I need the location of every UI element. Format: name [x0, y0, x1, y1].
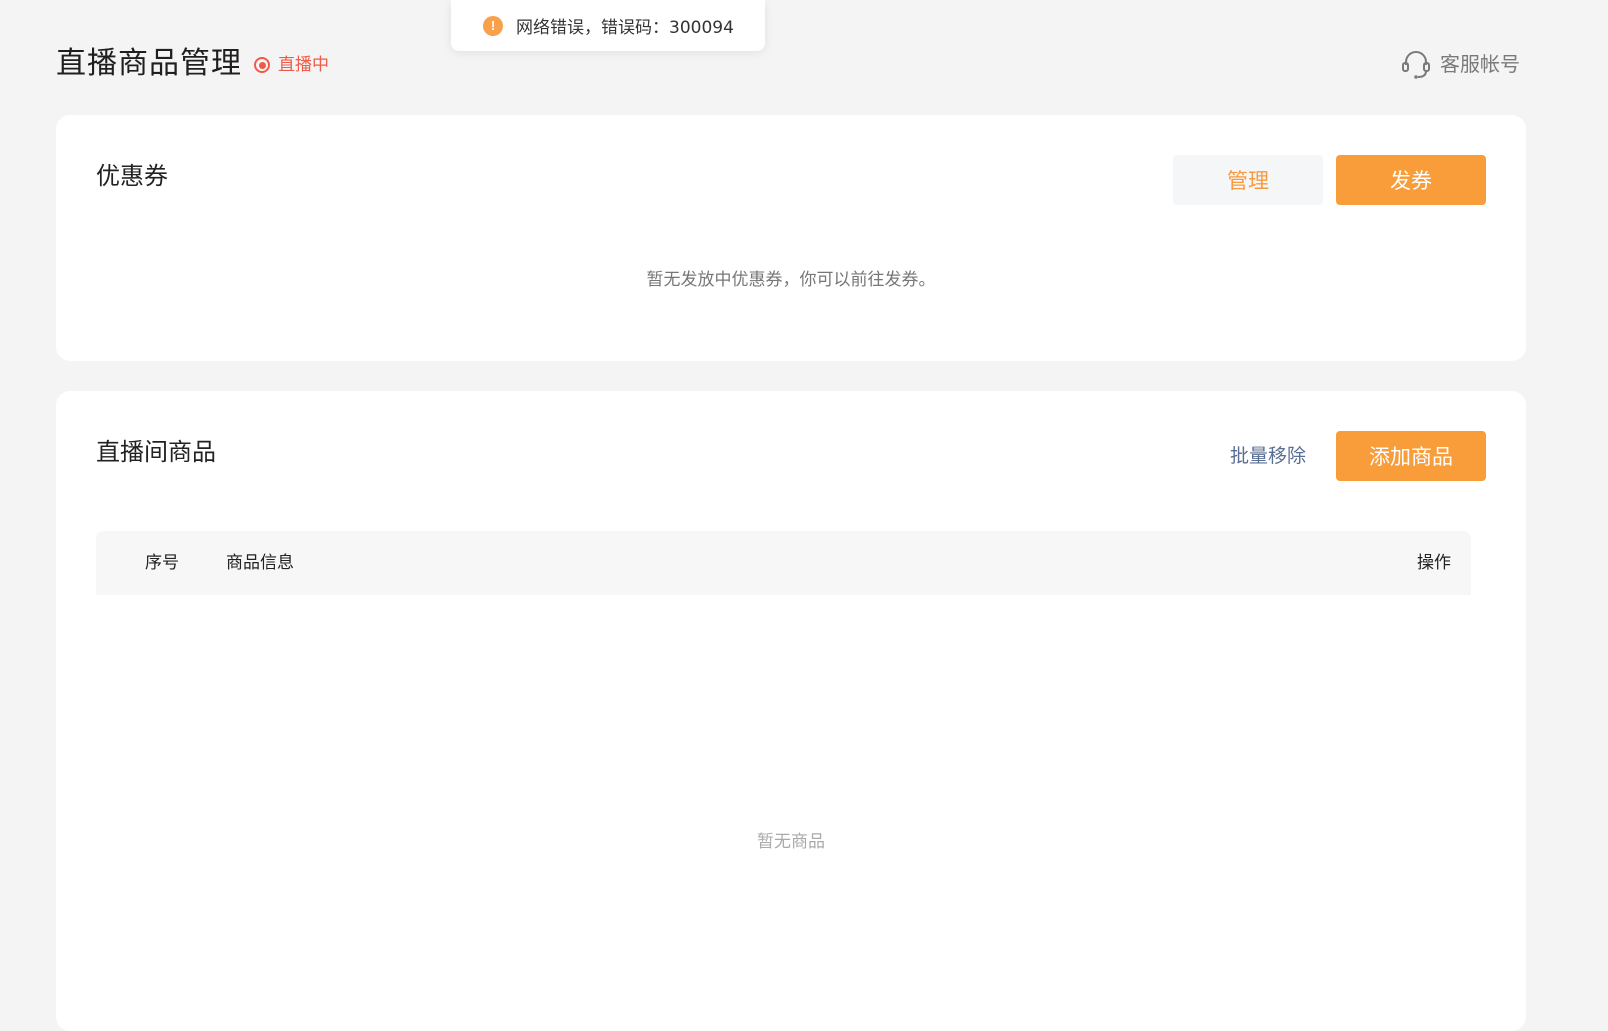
headset-icon: [1402, 51, 1430, 79]
goods-card: 直播间商品 批量移除 添加商品 序号 商品信息 操作 暂无商品: [56, 391, 1526, 1031]
manage-button[interactable]: 管理: [1173, 155, 1323, 205]
column-goods-info: 商品信息: [226, 553, 294, 573]
coupon-title: 优惠券: [96, 162, 168, 190]
issue-coupon-button[interactable]: 发券: [1336, 155, 1486, 205]
warning-icon: !: [483, 15, 503, 36]
error-toast: ! 网络错误，错误码：300094: [451, 0, 765, 51]
coupon-card: 优惠券 管理 发券 暂无发放中优惠券，你可以前往发券。: [56, 115, 1526, 361]
batch-remove-button[interactable]: 批量移除: [1230, 442, 1306, 470]
toast-message: 网络错误，错误码：300094: [516, 18, 734, 38]
coupon-empty-text: 暂无发放中优惠券，你可以前往发券。: [646, 270, 936, 290]
live-status-badge: 直播中: [254, 54, 329, 76]
goods-title: 直播间商品: [96, 438, 216, 466]
service-account-label: 客服帐号: [1440, 52, 1520, 76]
live-dot-icon: [254, 57, 270, 73]
goods-table-header: 序号 商品信息 操作: [96, 531, 1471, 595]
goods-empty-text: 暂无商品: [757, 832, 825, 852]
service-account-link[interactable]: 客服帐号: [1400, 48, 1520, 80]
column-index: 序号: [145, 553, 179, 573]
column-action: 操作: [1417, 553, 1451, 573]
page-title: 直播商品管理: [56, 46, 242, 81]
add-goods-button[interactable]: 添加商品: [1336, 431, 1486, 481]
live-status-label: 直播中: [278, 55, 329, 75]
